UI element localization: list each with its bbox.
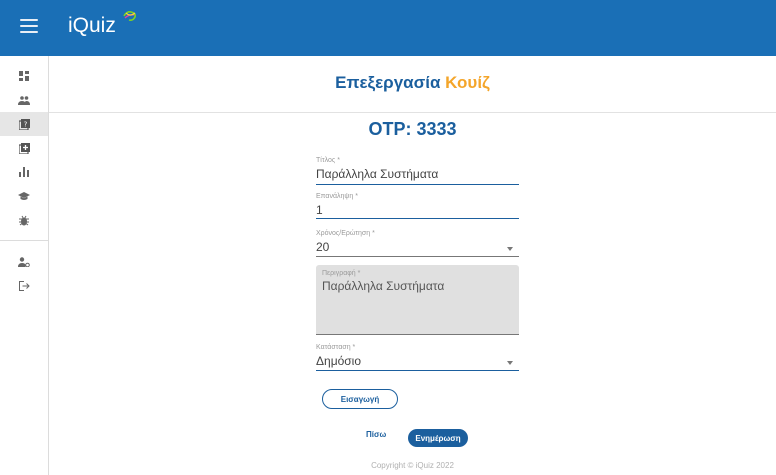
title-band: Επεξεργασία Κουίζ (49, 56, 776, 113)
title-field-label: Τίτλος * (316, 157, 340, 164)
sidebar-item-logout[interactable] (0, 274, 48, 298)
time-per-question-value[interactable]: 20 (316, 240, 519, 254)
sidebar: ? (0, 56, 49, 475)
logout-icon (18, 281, 30, 291)
sidebar-item-manage-accounts[interactable] (0, 250, 48, 274)
repeat-field-underline (316, 218, 519, 219)
page-title-accent: Κουίζ (445, 73, 490, 92)
logo-mark-icon (123, 11, 136, 21)
insert-button[interactable]: Εισαγωγή (322, 389, 398, 409)
title-field-underline (316, 184, 519, 185)
page-title: Επεξεργασία Κουίζ (49, 73, 776, 93)
quiz-icon: ? (18, 118, 30, 130)
sidebar-item-statistics[interactable] (0, 160, 48, 184)
svg-text:?: ? (23, 120, 27, 128)
description-underline (316, 334, 519, 335)
status-select[interactable]: Κατάσταση * Δημόσιο (316, 344, 519, 371)
dashboard-icon (19, 71, 29, 81)
sidebar-item-school[interactable] (0, 184, 48, 208)
otp-code: OTP: 3333 (368, 119, 457, 139)
sidebar-item-add[interactable] (0, 136, 48, 160)
status-label: Κατάσταση * (316, 344, 356, 351)
manage-accounts-icon (18, 257, 30, 267)
description-value[interactable]: Παράλληλα Συστήματα (322, 279, 444, 293)
status-value[interactable]: Δημόσιο (316, 354, 519, 368)
time-per-question-select[interactable]: Χρόνος/Ερώτηση * 20 (316, 230, 519, 257)
app-logo[interactable]: iQuiz (68, 14, 116, 38)
sidebar-item-bugs[interactable] (0, 208, 48, 232)
sidebar-item-quizzes[interactable]: ? (0, 112, 48, 136)
repeat-field-label: Επανάληψη * (316, 193, 358, 200)
sidebar-item-users[interactable] (0, 88, 48, 112)
repeat-field[interactable]: Επανάληψη * 1 (316, 193, 519, 219)
repeat-field-value[interactable]: 1 (316, 203, 519, 217)
update-button[interactable]: Ενημέρωση (408, 429, 468, 447)
copyright-text: Copyright © iQuiz 2022 (371, 461, 454, 470)
dropdown-arrow-icon[interactable] (507, 247, 513, 251)
sidebar-divider (0, 240, 48, 241)
time-per-question-underline (316, 256, 519, 257)
description-label: Περιγραφή * (322, 270, 361, 277)
time-per-question-label: Χρόνος/Ερώτηση * (316, 230, 375, 237)
bar-chart-icon (19, 167, 29, 177)
sidebar-item-dashboard[interactable] (0, 64, 48, 88)
app-bar: iQuiz (0, 0, 776, 56)
add-box-icon (18, 142, 30, 154)
page-title-main: Επεξεργασία (335, 73, 441, 92)
hamburger-icon[interactable] (20, 19, 38, 33)
status-underline (316, 370, 519, 371)
bug-icon (19, 215, 29, 225)
back-button[interactable]: Πίσω (366, 430, 386, 439)
title-field-value[interactable]: Παράλληλα Συστήματα (316, 167, 519, 181)
description-textarea[interactable]: Περιγραφή * Παράλληλα Συστήματα (316, 265, 519, 335)
main-content: Επεξεργασία Κουίζ OTP: 3333 Τίτλος * Παρ… (49, 56, 776, 475)
dropdown-arrow-icon[interactable] (507, 361, 513, 365)
school-icon (18, 191, 30, 200)
people-icon (18, 95, 30, 105)
title-field[interactable]: Τίτλος * Παράλληλα Συστήματα (316, 157, 519, 185)
